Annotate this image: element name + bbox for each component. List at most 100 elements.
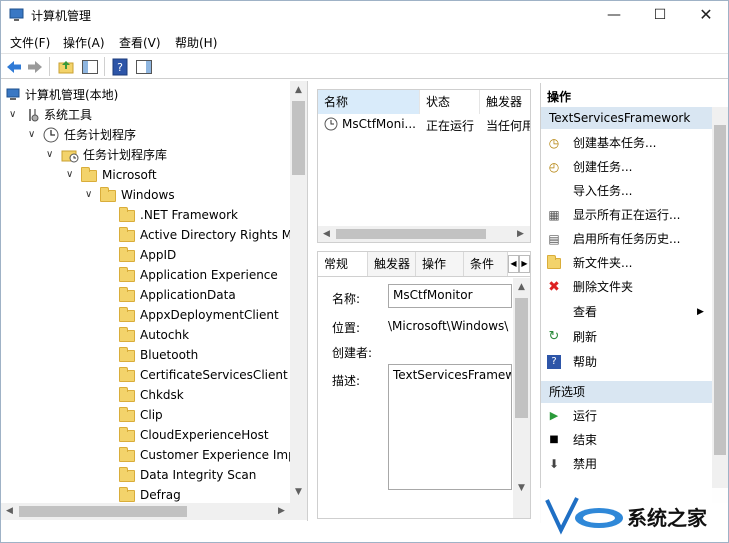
tree-item-folder[interactable]: .NET Framework [1, 205, 291, 225]
action-disable[interactable]: ⬇ 禁用 [541, 452, 713, 476]
task-list-horizontal-scrollbar[interactable]: ◀ ▶ [318, 226, 530, 242]
chevron-down-icon[interactable]: ∨ [85, 185, 92, 205]
tree-label: Customer Experience Imp [140, 448, 296, 462]
chevron-down-icon[interactable]: ∨ [66, 165, 73, 185]
scroll-down-icon[interactable]: ▼ [290, 487, 307, 497]
tree-item-root[interactable]: 计算机管理(本地) [1, 85, 291, 105]
tree-item-windows[interactable]: ∨ Windows [1, 185, 291, 205]
scrollbar-thumb[interactable] [515, 298, 528, 418]
chevron-down-icon[interactable]: ∨ [28, 125, 35, 145]
tree-item-folder[interactable]: Customer Experience Imp [1, 445, 296, 465]
tab-conditions[interactable]: 条件 [464, 252, 508, 276]
chevron-down-icon[interactable]: ∨ [9, 105, 16, 125]
tree-item-microsoft[interactable]: ∨ Microsoft [1, 165, 291, 185]
action-show-running[interactable]: ▦ 显示所有正在运行... [541, 203, 713, 227]
action-run[interactable]: ▶ 运行 [541, 404, 713, 428]
action-delete-folder[interactable]: ✖ 删除文件夹 [541, 275, 713, 299]
scrollbar-thumb[interactable] [292, 101, 305, 175]
scrollbar-thumb[interactable] [714, 125, 726, 455]
action-end[interactable]: ■ 结束 [541, 428, 713, 452]
show-hide-action-pane-icon[interactable] [135, 58, 153, 76]
help-icon[interactable]: ? [111, 58, 129, 76]
chevron-down-icon[interactable]: ∨ [46, 145, 53, 165]
detail-vertical-scrollbar[interactable]: ▲ ▼ [513, 278, 530, 518]
action-create-basic-task[interactable]: ◷ 创建基本任务... [541, 131, 713, 155]
scroll-down-icon[interactable]: ▼ [513, 483, 530, 493]
column-header-name[interactable]: 名称 [318, 90, 420, 114]
tree-vertical-scrollbar[interactable]: ▲ ▼ [290, 81, 307, 503]
tree-item-folder[interactable]: Data Integrity Scan [1, 465, 291, 485]
actions-header: 操作 [547, 90, 572, 104]
tree-item-folder[interactable]: Chkdsk [1, 385, 291, 405]
tree-horizontal-scrollbar[interactable]: ◀ ▶ [1, 503, 307, 520]
action-refresh[interactable]: ↻ 刷新 [541, 325, 713, 349]
up-folder-icon[interactable] [57, 58, 75, 76]
close-button[interactable]: ✕ [684, 1, 728, 29]
tree-label: AppxDeploymentClient [140, 308, 279, 322]
forward-arrow-icon[interactable] [26, 58, 44, 76]
show-hide-console-tree-icon[interactable] [81, 58, 99, 76]
tree-item-folder[interactable]: ApplicationData [1, 285, 291, 305]
tab-triggers[interactable]: 触发器 [368, 252, 416, 276]
action-new-folder[interactable]: 新文件夹... [541, 251, 713, 275]
scroll-right-icon[interactable]: ▶ [273, 506, 290, 516]
task-name-field[interactable]: MsCtfMonitor [388, 284, 512, 308]
tree-item-folder[interactable]: Clip [1, 405, 291, 425]
scrollbar-thumb[interactable] [19, 506, 187, 517]
tab-scroll-left-button[interactable]: ◀ [508, 255, 519, 273]
tree-item-folder[interactable]: AppID [1, 245, 291, 265]
folder-icon [119, 267, 135, 282]
tree-item-folder[interactable]: CloudExperienceHost [1, 425, 291, 445]
tree-item-folder[interactable]: Active Directory Rights Ma [1, 225, 299, 245]
scrollbar-thumb[interactable] [336, 229, 486, 239]
tree-item-system-tools[interactable]: ∨ 系统工具 [1, 105, 291, 125]
actions-section-task-framework[interactable]: TextServicesFramework ▲ [541, 107, 728, 129]
task-name: MsCtfMoni... [342, 117, 416, 131]
action-enable-history[interactable]: ▤ 启用所有任务历史... [541, 227, 713, 251]
tree-item-folder[interactable]: Bluetooth [1, 345, 291, 365]
tree-item-folder[interactable]: AppxDeploymentClient [1, 305, 291, 325]
scroll-right-icon[interactable]: ▶ [512, 229, 529, 239]
back-arrow-icon[interactable] [5, 58, 23, 76]
tree-item-folder[interactable]: Application Experience [1, 265, 291, 285]
console-tree-pane: 计算机管理(本地) ∨ 系统工具 ∨ 任务计划程序 ∨ 任务计划程序库 ∨ Mi… [1, 81, 308, 521]
folder-icon [119, 227, 135, 242]
tree-item-task-library[interactable]: ∨ 任务计划程序库 [1, 145, 291, 165]
tree-label: Windows [121, 188, 175, 202]
description-field[interactable]: TextServicesFramewo [388, 364, 512, 490]
action-label: 帮助 [573, 355, 598, 369]
tab-general[interactable]: 常规 [318, 252, 368, 276]
column-header-trigger[interactable]: 触发器 [480, 90, 530, 114]
task-clock-icon [324, 117, 338, 131]
scroll-up-icon[interactable]: ▲ [513, 282, 530, 292]
actions-vertical-scrollbar[interactable] [712, 107, 728, 503]
scroll-left-icon[interactable]: ◀ [1, 506, 18, 516]
menu-view[interactable]: 查看(V) [119, 34, 161, 51]
computer-icon [6, 88, 20, 100]
minimize-button[interactable]: — [592, 1, 636, 29]
tree-item-folder[interactable]: CertificateServicesClient [1, 365, 291, 385]
scroll-left-icon[interactable]: ◀ [318, 229, 335, 239]
tree-item-folder[interactable]: Defrag [1, 485, 291, 505]
action-create-task[interactable]: ◴ 创建任务... [541, 155, 713, 179]
running-tasks-icon: ▦ [548, 208, 560, 222]
actions-section-selected[interactable]: 所选项 ▲ [541, 381, 728, 403]
table-row[interactable]: MsCtfMoni... 正在运行 当任何用 [318, 114, 530, 134]
tree-item-task-scheduler[interactable]: ∨ 任务计划程序 [1, 125, 291, 145]
tab-scroll-right-button[interactable]: ▶ [519, 255, 530, 273]
action-view[interactable]: 查看 ▶ [541, 300, 713, 324]
tree-item-folder[interactable]: Autochk [1, 325, 291, 345]
action-import-task[interactable]: 导入任务... [541, 179, 713, 203]
menu-help[interactable]: 帮助(H) [175, 34, 217, 51]
title-bar[interactable]: 计算机管理 — ☐ ✕ [1, 1, 728, 29]
help-icon: ? [547, 355, 561, 369]
tree-label: AppID [140, 248, 177, 262]
action-help[interactable]: ? 帮助 [541, 350, 713, 374]
column-header-status[interactable]: 状态 [420, 90, 480, 114]
scroll-up-icon[interactable]: ▲ [290, 85, 307, 95]
tree-label: Autochk [140, 328, 190, 342]
maximize-button[interactable]: ☐ [638, 1, 682, 29]
tab-actions[interactable]: 操作 [416, 252, 464, 276]
menu-action[interactable]: 操作(A) [63, 34, 105, 51]
menu-file[interactable]: 文件(F) [10, 34, 50, 51]
